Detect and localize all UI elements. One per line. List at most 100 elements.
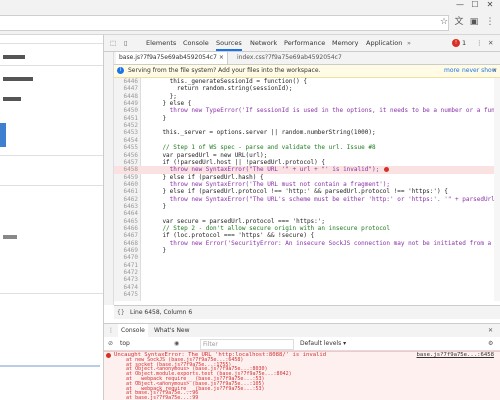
drawer-tab-whats-new[interactable]: What's New <box>154 324 190 337</box>
bookmark-star-icon[interactable]: ☆ <box>438 16 450 28</box>
code-line[interactable]: 6473 <box>114 276 494 283</box>
device-toolbar-icon[interactable]: ▯ <box>124 35 128 51</box>
code-line[interactable]: 6472 <box>114 269 494 276</box>
line-number[interactable]: 6448 <box>114 93 138 100</box>
tab-application[interactable]: Application <box>366 35 402 51</box>
close-icon[interactable]: × <box>219 54 224 61</box>
tab-performance[interactable]: Performance <box>284 35 325 51</box>
pretty-print-icon[interactable]: {} <box>117 306 125 319</box>
minimize-button[interactable]: — <box>454 0 466 10</box>
tab-network[interactable]: Network <box>250 35 277 51</box>
code-editor[interactable]: 6446 this._generateSessionId = function(… <box>114 78 494 301</box>
close-icon[interactable]: × <box>492 65 497 77</box>
code-line[interactable]: 6467 if (loc.protocol === 'https' && !se… <box>114 232 494 239</box>
line-number[interactable]: 6472 <box>114 269 138 276</box>
line-number[interactable]: 6458 <box>114 166 138 173</box>
code-line[interactable]: 6470 <box>114 254 494 261</box>
context-selector[interactable]: top <box>120 337 130 350</box>
line-number[interactable]: 6470 <box>114 254 138 261</box>
code-line[interactable]: 6455 // Step 1 of WS spec - parse and va… <box>114 144 494 151</box>
tab-console[interactable]: Console <box>183 35 209 51</box>
line-number[interactable]: 6475 <box>114 291 138 298</box>
code-line[interactable]: 6451 } <box>114 115 494 122</box>
line-number[interactable]: 6450 <box>114 107 138 114</box>
line-number[interactable]: 6457 <box>114 159 138 166</box>
line-number[interactable]: 6465 <box>114 218 138 225</box>
code-line[interactable]: 6452 <box>114 122 494 129</box>
code-line[interactable]: 6475 <box>114 291 494 298</box>
line-number[interactable]: 6464 <box>114 210 138 217</box>
code-line[interactable]: 6471 <box>114 262 494 269</box>
line-number[interactable]: 6447 <box>114 85 138 92</box>
line-number[interactable]: 6455 <box>114 144 138 151</box>
line-number[interactable]: 6446 <box>114 78 138 85</box>
line-number[interactable]: 6468 <box>114 240 138 247</box>
code-line[interactable]: 6463 } <box>114 203 494 210</box>
drawer-close-icon[interactable]: ✕ <box>488 324 493 337</box>
menu-dots-icon[interactable]: ⋮ <box>484 16 496 28</box>
inspect-icon[interactable]: ⬚ <box>110 35 116 51</box>
code-line[interactable]: 6468 throw new Error('SecurityError: An … <box>114 240 494 247</box>
line-number[interactable]: 6473 <box>114 276 138 283</box>
code-line[interactable]: 6454 <box>114 137 494 144</box>
console-settings-icon[interactable]: ⚙ <box>488 337 493 350</box>
clear-console-icon[interactable]: ⊘ <box>108 337 113 350</box>
code-line[interactable]: 6464 <box>114 210 494 217</box>
line-number[interactable]: 6462 <box>114 196 138 203</box>
code-line[interactable]: 6456 var parsedUrl = new URL(url); <box>114 152 494 159</box>
tab-sources[interactable]: Sources <box>216 35 242 51</box>
drawer-menu-icon[interactable]: ⋮ <box>108 324 114 337</box>
code-line[interactable]: 6474 <box>114 284 494 291</box>
navigator-toggle[interactable] <box>104 52 114 305</box>
drawer-tab-console[interactable]: Console <box>118 324 148 337</box>
line-number[interactable]: 6459 <box>114 174 138 181</box>
maximize-button[interactable]: ☐ <box>469 0 481 10</box>
log-levels-dropdown[interactable]: Default levels ▾ <box>300 337 346 350</box>
editor-scrollbar[interactable] <box>494 78 500 301</box>
file-tab-base-js[interactable]: base.js?7f9a75e69ab4592054c7 × <box>116 52 228 64</box>
code-line[interactable]: 6449 } else { <box>114 100 494 107</box>
file-tab-index-css[interactable]: index.css?7f9a75e69ab4592054c7 <box>234 52 345 64</box>
code-line[interactable]: 6447 return random.string(sessionId); <box>114 85 494 92</box>
code-line[interactable]: 6466 // Step 2 - don't allow secure orig… <box>114 225 494 232</box>
code-line[interactable]: 6465 var secure = parsedUrl.protocol ===… <box>114 218 494 225</box>
address-bar[interactable] <box>0 15 449 31</box>
line-number[interactable]: 6463 <box>114 203 138 210</box>
line-number[interactable]: 6469 <box>114 247 138 254</box>
line-number[interactable]: 6453 <box>114 129 138 136</box>
line-number[interactable]: 6467 <box>114 232 138 239</box>
line-number[interactable]: 6449 <box>114 100 138 107</box>
code-line[interactable]: 6446 this._generateSessionId = function(… <box>114 78 494 85</box>
line-number[interactable]: 6460 <box>114 181 138 188</box>
console-filter-input[interactable]: Filter <box>200 339 294 350</box>
devtools-menu-icon[interactable]: ⋮ <box>476 35 483 51</box>
close-window-button[interactable]: ✕ <box>484 0 496 10</box>
code-line[interactable]: 6460 throw new SyntaxError('The URL must… <box>114 181 494 188</box>
code-line[interactable]: 6458 throw new SyntaxError("The URL '" +… <box>114 166 494 174</box>
line-number[interactable]: 6454 <box>114 137 138 144</box>
more-tabs-icon[interactable]: » <box>407 35 411 51</box>
translate-icon[interactable]: 文 <box>453 16 465 28</box>
tab-memory[interactable]: Memory <box>332 35 358 51</box>
stack-trace-line[interactable]: at base.js?7f9a75e...:99 <box>104 396 500 400</box>
code-line[interactable]: 6457 if (!parsedUrl.host || !parsedUrl.p… <box>114 159 494 166</box>
code-line[interactable]: 6469 } <box>114 247 494 254</box>
line-number[interactable]: 6456 <box>114 152 138 159</box>
line-number[interactable]: 6474 <box>114 284 138 291</box>
code-line[interactable]: 6450 throw new TypeError('If sessionId i… <box>114 107 494 114</box>
line-number[interactable]: 6461 <box>114 188 138 195</box>
line-number[interactable]: 6451 <box>114 115 138 122</box>
extension-icon[interactable]: ▣ <box>468 16 480 28</box>
code-line[interactable]: 6453 this._server = options.server || ra… <box>114 129 494 136</box>
line-number[interactable]: 6471 <box>114 262 138 269</box>
line-number[interactable]: 6452 <box>114 122 138 129</box>
tab-elements[interactable]: Elements <box>146 35 176 51</box>
error-marker-icon[interactable] <box>384 167 389 173</box>
devtools-close-icon[interactable]: ✕ <box>488 35 493 51</box>
live-expression-icon[interactable]: ◉ <box>174 337 179 350</box>
line-number[interactable]: 6466 <box>114 225 138 232</box>
info-more-link[interactable]: more <box>444 65 460 77</box>
code-line[interactable]: 6459 } else if (parsedUrl.hash) { <box>114 174 494 181</box>
code-line[interactable]: 6448 }; <box>114 93 494 100</box>
code-line[interactable]: 6462 throw new SyntaxError("The URL's sc… <box>114 196 494 203</box>
